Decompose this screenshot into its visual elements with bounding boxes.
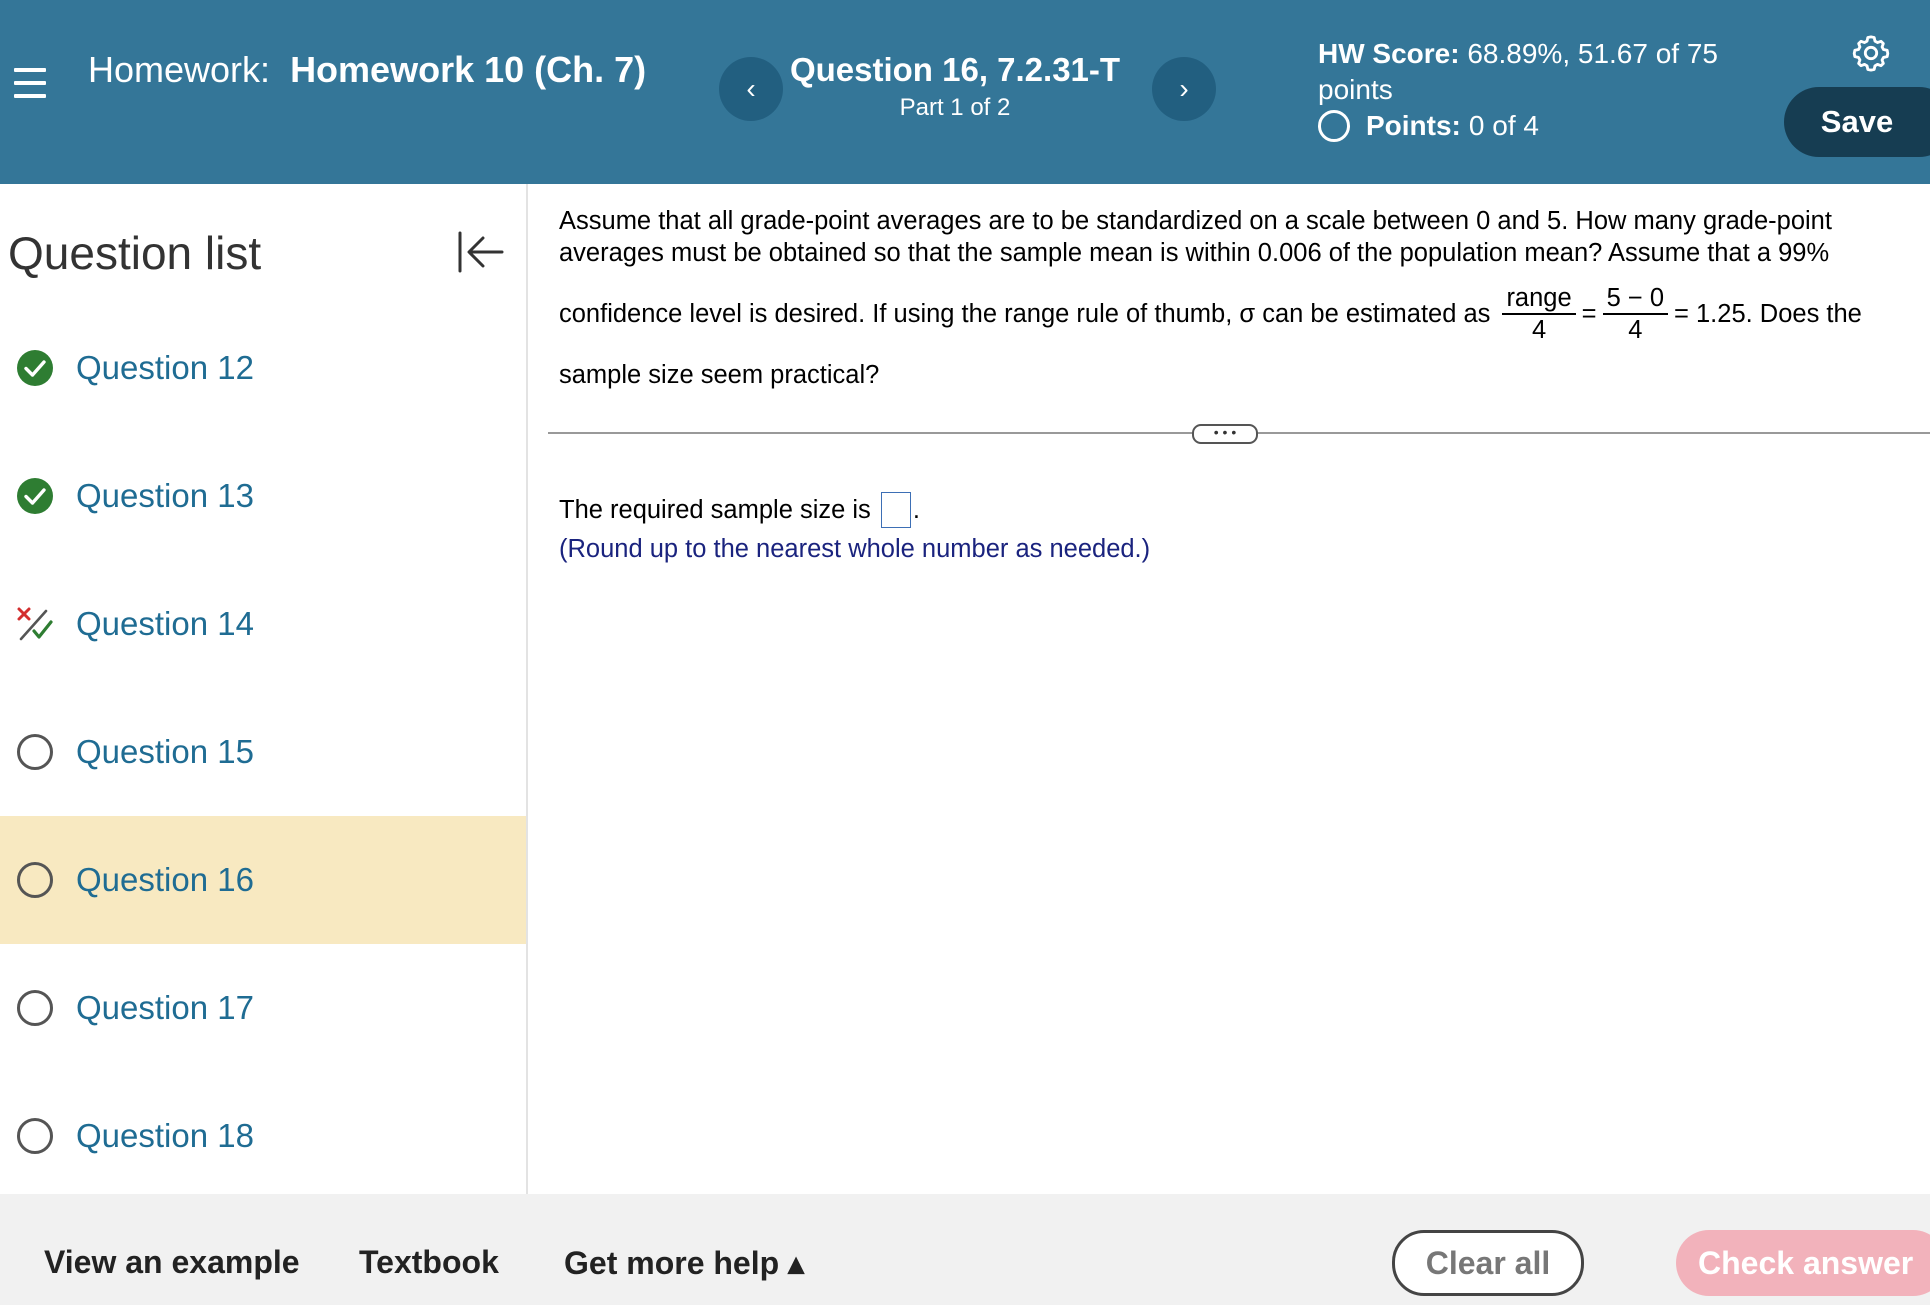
partial-credit-icon [17, 607, 53, 641]
get-more-help-button[interactable]: Get more help ▴ [564, 1244, 804, 1282]
empty-circle-icon [17, 1118, 53, 1154]
prompt-text: = 1.25. Does the [1674, 300, 1862, 328]
fraction-range-over-4: range 4 [1502, 283, 1576, 345]
prompt-line: averages must be obtained so that the sa… [559, 239, 1830, 267]
next-question-button[interactable]: › [1152, 57, 1216, 121]
homework-name: Homework 10 (Ch. 7) [290, 49, 647, 90]
gear-icon[interactable] [1852, 34, 1890, 72]
fraction-numerator: range [1502, 283, 1576, 315]
question-title-block: Question 16, 7.2.31-T Part 1 of 2 [780, 50, 1130, 124]
question-list-item-18[interactable]: Question 18 [0, 1072, 526, 1200]
question-list-item-15[interactable]: Question 15 [0, 688, 526, 816]
question-part: Part 1 of 2 [899, 94, 1011, 121]
expand-more-button[interactable]: • • • [1192, 424, 1258, 444]
question-list-item-16[interactable]: Question 16 [0, 816, 526, 944]
check-circle-icon [17, 478, 53, 514]
question-list-item-14[interactable]: Question 14 [0, 560, 526, 688]
chevron-right-icon: › [1179, 73, 1189, 104]
view-example-link[interactable]: View an example [44, 1244, 300, 1281]
clear-all-button[interactable]: Clear all [1392, 1230, 1584, 1296]
hw-score: HW Score: 68.89%, 51.67 of 75 points [1318, 36, 1788, 108]
prompt-line-formula: confidence level is desired. If using th… [559, 283, 1919, 345]
points-value: 0 of 4 [1468, 110, 1539, 141]
bottom-toolbar: View an example Textbook Get more help ▴… [0, 1194, 1930, 1305]
question-prompt: Assume that all grade-point averages are… [559, 205, 1919, 391]
question-content: Assume that all grade-point averages are… [528, 184, 1930, 1194]
answer-line: The required sample size is . [559, 490, 920, 530]
question-list-label: Question 18 [76, 1117, 254, 1154]
question-list-panel: Question list Question 12 Question 13 Qu… [0, 184, 528, 1194]
empty-circle-icon [17, 734, 53, 770]
empty-circle-icon [17, 990, 53, 1026]
hamburger-menu-icon[interactable] [14, 68, 46, 104]
question-list-label: Question 16 [76, 861, 254, 898]
question-list-label: Question 13 [76, 477, 254, 514]
chevron-left-icon: ‹ [746, 73, 756, 104]
check-circle-icon [17, 350, 53, 386]
fraction-5-minus-0-over-4: 5 − 0 4 [1602, 283, 1669, 345]
top-bar: Homework: Homework 10 (Ch. 7) ‹ Question… [0, 0, 1930, 184]
points-label: Points: [1366, 110, 1461, 141]
status-circle-icon [1318, 110, 1350, 142]
answer-prompt: The required sample size is [559, 496, 871, 524]
question-list-label: Question 12 [76, 349, 254, 386]
question-list-item-17[interactable]: Question 17 [0, 944, 526, 1072]
fraction-denominator: 4 [1531, 316, 1547, 344]
question-list-label: Question 15 [76, 733, 254, 770]
empty-circle-icon [17, 862, 53, 898]
question-title: Question 16, 7.2.31-T [789, 51, 1121, 88]
homework-title: Homework: Homework 10 (Ch. 7) [88, 50, 648, 90]
homework-label: Homework: [88, 49, 271, 90]
fraction-denominator: 4 [1628, 316, 1643, 344]
collapse-sidebar-icon[interactable] [456, 229, 504, 275]
question-list-label: Question 17 [76, 989, 254, 1026]
question-list-item-13[interactable]: Question 13 [0, 432, 526, 560]
equals-sign: = [1581, 300, 1597, 328]
hw-score-label: HW Score: [1318, 38, 1460, 69]
rounding-instruction: (Round up to the nearest whole number as… [559, 535, 1151, 563]
prompt-line: Assume that all grade-point averages are… [559, 207, 1832, 235]
save-button[interactable]: Save [1784, 87, 1930, 157]
question-list-title: Question list [8, 227, 262, 279]
question-list-label: Question 14 [76, 605, 254, 642]
previous-question-button[interactable]: ‹ [719, 57, 783, 121]
prompt-line: sample size seem practical? [559, 361, 880, 389]
sample-size-input[interactable] [880, 492, 911, 528]
answer-suffix: . [912, 496, 920, 524]
points-status: Points: 0 of 4 [1318, 108, 1539, 144]
textbook-link[interactable]: Textbook [359, 1244, 499, 1281]
question-list-item-12[interactable]: Question 12 [0, 304, 526, 432]
check-answer-button[interactable]: Check answer [1676, 1230, 1930, 1296]
prompt-text: confidence level is desired. If using th… [559, 300, 1491, 328]
fraction-numerator: 5 − 0 [1602, 283, 1669, 315]
